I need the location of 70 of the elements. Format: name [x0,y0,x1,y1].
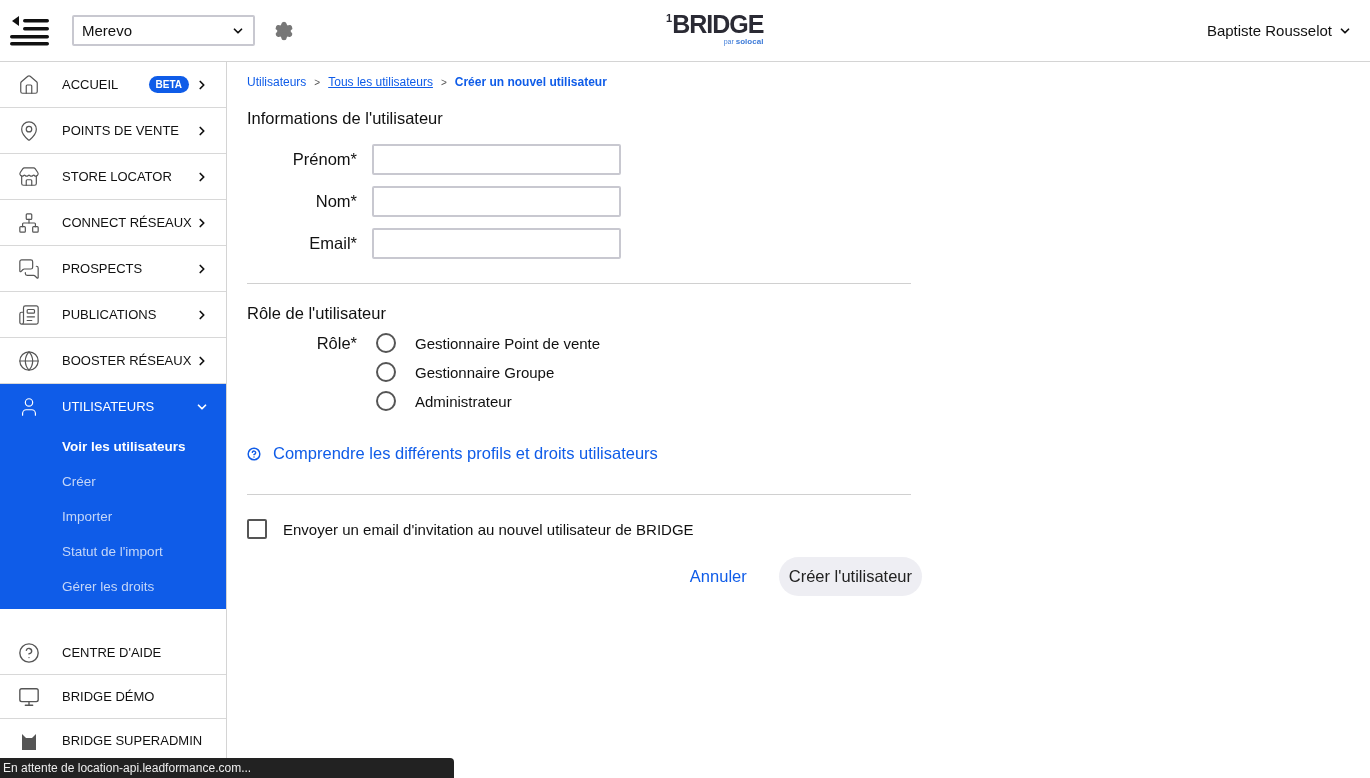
submenu-item[interactable]: Créer [0,464,226,499]
logo-mark: 1 [666,12,672,24]
section-title: Informations de l'utilisateur [247,109,444,128]
sidebar-item[interactable]: STORE LOCATOR [0,154,226,200]
submenu-item[interactable]: Gérer les droits [0,569,226,604]
field-label: Email* [308,233,358,253]
sidebar-label: UTILISATEURS [62,399,156,414]
sidebar-label: PROSPECTS [62,261,144,276]
nav-icon [18,349,40,372]
breadcrumb-separator: > [314,76,321,88]
input-field[interactable] [372,143,621,175]
sidebar-label: PUBLICATIONS [62,307,158,322]
input-field[interactable] [372,227,621,259]
help-icon [247,446,261,461]
radio-label: Administrateur [415,392,512,410]
user-menu[interactable]: Baptiste Rousselot [1200,21,1358,40]
section-title: Rôle de l'utilisateur [247,304,387,323]
sidebar-item[interactable]: CENTRE D'AIDE [0,631,226,675]
logo-brand: solocal [735,37,764,46]
help-link[interactable]: Comprendre les différents profils et droits utilisateurs [247,444,911,463]
sidebar-item[interactable]: UTILISATEURS [0,384,226,430]
nav-icon [18,303,40,326]
sidebar-label: POINTS DE VENTE [62,123,181,138]
breadcrumb-link[interactable]: Tous les utilisateurs [328,75,433,89]
input-field[interactable] [372,185,621,217]
sidebar-item[interactable]: PROSPECTS [0,246,226,292]
url-status-tooltip: En attente de location-api.leadformance.com... [0,758,454,778]
sidebar-label: CONNECT RÉSEAUX [62,215,193,230]
radio-label: Gestionnaire Point de vente [415,334,601,352]
help-icon [18,641,40,664]
nav-icon [18,257,40,280]
checkbox[interactable] [247,519,267,539]
submenu-item[interactable]: Statut de l'import [0,534,226,569]
account-select[interactable]: Merevo [72,15,255,46]
submenu-item[interactable]: Voir les utilisateurs [0,429,226,464]
menu-button[interactable] [10,13,50,48]
create-user-button[interactable]: Créer l'utilisateur [778,557,922,596]
nav-icon [18,119,40,142]
sidebar-item[interactable]: BRIDGE DÉMO [0,675,226,719]
sidebar-item[interactable]: PUBLICATIONS [0,292,226,338]
sidebar-label: CENTRE D'AIDE [62,645,163,660]
sidebar-label: BRIDGE SUPERADMIN [62,733,204,748]
sidebar-label: BRIDGE DÉMO [62,689,156,704]
sidebar-label: STORE LOCATOR [62,169,173,184]
radio-button[interactable] [376,362,396,382]
radio-button[interactable] [376,391,396,411]
submenu-item[interactable]: Importer [0,499,226,534]
breadcrumb-link[interactable]: Utilisateurs [247,75,307,89]
sidebar-item[interactable]: ACCUEIL BETA [0,62,226,108]
breadcrumb-link[interactable]: Créer un nouvel utilisateur [454,75,607,89]
settings-button[interactable] [274,20,294,41]
checkbox-label: Envoyer un email d'invitation au nouvel utilisateur de BRIDGE [283,520,694,538]
nav-icon [18,211,40,234]
monitor-icon [18,685,40,708]
beta-badge: BETA [148,76,189,93]
sidebar-label: BOOSTER RÉSEAUX [62,353,193,368]
field-label: Nom* [314,191,358,211]
field-label: Rôle* [315,333,358,354]
radio-button[interactable] [376,333,396,353]
menu-icon [10,13,50,46]
sidebar-item[interactable]: CONNECT RÉSEAUX [0,200,226,246]
field-label: Prénom* [291,149,358,169]
sidebar-item[interactable]: POINTS DE VENTE [0,108,226,154]
logo-text: BRIDGE [672,12,764,37]
radio-label: Gestionnaire Groupe [415,363,555,381]
nav-icon [18,73,40,96]
cancel-button[interactable]: Annuler [683,566,753,587]
nav-icon [18,165,40,188]
breadcrumb-separator: > [440,76,447,88]
sidebar-label: ACCUEIL [62,77,120,92]
